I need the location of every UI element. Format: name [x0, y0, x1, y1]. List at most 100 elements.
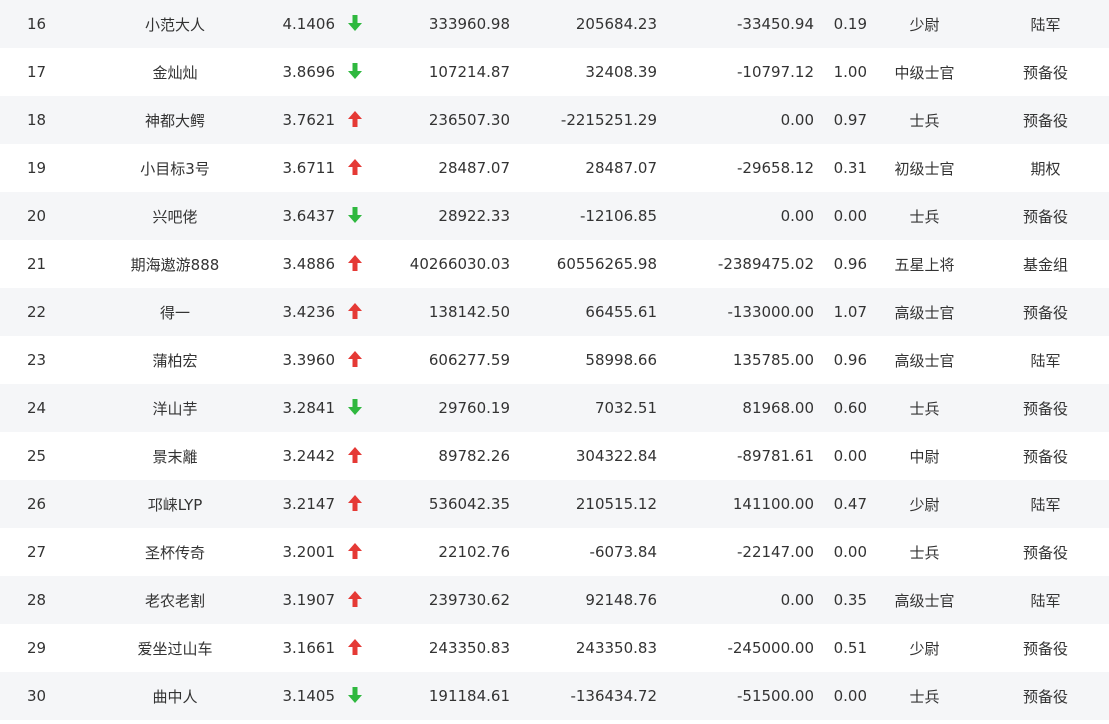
ranking-table-body: 16 小范大人 4.1406 333960.98 205684.23 -33450.94 0…	[0, 0, 1109, 720]
score-cell: 3.4886	[270, 240, 335, 288]
value-3-cell: 141100.00	[657, 480, 814, 528]
table-row: 19 小目标3号 3.6711 28487.07 28487.07 -29658.12 0.…	[0, 144, 1109, 192]
rank-cell: 20	[0, 192, 80, 240]
score-cell: 3.2442	[270, 432, 335, 480]
trader-name-cell: 爱坐过山车	[80, 624, 270, 672]
score-cell: 3.1907	[270, 576, 335, 624]
rank-cell: 25	[0, 432, 80, 480]
arrow-up-icon	[348, 591, 362, 607]
group-cell: 预备役	[982, 192, 1109, 240]
ratio-cell: 1.00	[814, 48, 867, 96]
ratio-cell: 0.96	[814, 336, 867, 384]
military-rank-cell: 初级士官	[867, 144, 982, 192]
table-row: 30 曲中人 3.1405 191184.61 -136434.72 -51500.00 0…	[0, 672, 1109, 720]
arrow-down-icon	[348, 687, 362, 703]
trend-cell	[335, 48, 375, 96]
ratio-cell: 0.96	[814, 240, 867, 288]
arrow-up-icon	[348, 159, 362, 175]
rank-cell: 24	[0, 384, 80, 432]
value-1-cell: 29760.19	[375, 384, 510, 432]
group-cell: 陆军	[982, 0, 1109, 48]
rank-cell: 30	[0, 672, 80, 720]
value-3-cell: 0.00	[657, 96, 814, 144]
score-cell: 4.1406	[270, 0, 335, 48]
trader-name-cell: 景末離	[80, 432, 270, 480]
group-cell: 基金组	[982, 240, 1109, 288]
military-rank-cell: 士兵	[867, 96, 982, 144]
arrow-down-icon	[348, 399, 362, 415]
score-cell: 3.4236	[270, 288, 335, 336]
ratio-cell: 0.00	[814, 528, 867, 576]
trend-cell	[335, 144, 375, 192]
table-row: 26 邛崃LYP 3.2147 536042.35 210515.12 141100.00…	[0, 480, 1109, 528]
table-row: 16 小范大人 4.1406 333960.98 205684.23 -33450.94 0…	[0, 0, 1109, 48]
arrow-up-icon	[348, 303, 362, 319]
value-2-cell: 210515.12	[510, 480, 657, 528]
trader-name-cell: 邛崃LYP	[80, 480, 270, 528]
rank-cell: 26	[0, 480, 80, 528]
value-1-cell: 138142.50	[375, 288, 510, 336]
value-2-cell: 32408.39	[510, 48, 657, 96]
military-rank-cell: 高级士官	[867, 336, 982, 384]
trader-name-cell: 兴吧佬	[80, 192, 270, 240]
arrow-up-icon	[348, 639, 362, 655]
trader-name-cell: 曲中人	[80, 672, 270, 720]
value-2-cell: 205684.23	[510, 0, 657, 48]
trend-cell	[335, 240, 375, 288]
value-3-cell: -10797.12	[657, 48, 814, 96]
rank-cell: 21	[0, 240, 80, 288]
table-row: 20 兴吧佬 3.6437 28922.33 -12106.85 0.00 0.00 士兵 预备…	[0, 192, 1109, 240]
ratio-cell: 1.07	[814, 288, 867, 336]
table-row: 21 期海遨游888 3.4886 40266030.03 60556265.98 -23…	[0, 240, 1109, 288]
group-cell: 预备役	[982, 48, 1109, 96]
arrow-up-icon	[348, 255, 362, 271]
value-1-cell: 22102.76	[375, 528, 510, 576]
ratio-cell: 0.00	[814, 432, 867, 480]
rank-cell: 17	[0, 48, 80, 96]
value-2-cell: 92148.76	[510, 576, 657, 624]
trend-cell	[335, 288, 375, 336]
value-2-cell: 304322.84	[510, 432, 657, 480]
military-rank-cell: 士兵	[867, 528, 982, 576]
military-rank-cell: 中尉	[867, 432, 982, 480]
ratio-cell: 0.19	[814, 0, 867, 48]
table-row: 29 爱坐过山车 3.1661 243350.83 243350.83 -245000.0…	[0, 624, 1109, 672]
table-row: 18 神都大鳄 3.7621 236507.30 -2215251.29 0.00 0.97…	[0, 96, 1109, 144]
value-2-cell: 58998.66	[510, 336, 657, 384]
score-cell: 3.8696	[270, 48, 335, 96]
score-cell: 3.2147	[270, 480, 335, 528]
score-cell: 3.2841	[270, 384, 335, 432]
rank-cell: 28	[0, 576, 80, 624]
value-3-cell: -22147.00	[657, 528, 814, 576]
military-rank-cell: 士兵	[867, 192, 982, 240]
value-1-cell: 89782.26	[375, 432, 510, 480]
value-1-cell: 606277.59	[375, 336, 510, 384]
group-cell: 预备役	[982, 624, 1109, 672]
table-row: 23 蒲柏宏 3.3960 606277.59 58998.66 135785.00 0.9…	[0, 336, 1109, 384]
rank-cell: 29	[0, 624, 80, 672]
value-2-cell: 60556265.98	[510, 240, 657, 288]
table-row: 17 金灿灿 3.8696 107214.87 32408.39 -10797.12 1.0…	[0, 48, 1109, 96]
trader-name-cell: 老农老割	[80, 576, 270, 624]
trader-name-cell: 金灿灿	[80, 48, 270, 96]
trend-cell	[335, 528, 375, 576]
value-1-cell: 28922.33	[375, 192, 510, 240]
ratio-cell: 0.47	[814, 480, 867, 528]
arrow-up-icon	[348, 351, 362, 367]
value-2-cell: -136434.72	[510, 672, 657, 720]
group-cell: 预备役	[982, 384, 1109, 432]
group-cell: 预备役	[982, 288, 1109, 336]
ratio-cell: 0.00	[814, 672, 867, 720]
value-3-cell: 135785.00	[657, 336, 814, 384]
trader-name-cell: 期海遨游888	[80, 240, 270, 288]
arrow-up-icon	[348, 495, 362, 511]
value-3-cell: 81968.00	[657, 384, 814, 432]
value-2-cell: 28487.07	[510, 144, 657, 192]
value-3-cell: -245000.00	[657, 624, 814, 672]
value-3-cell: -51500.00	[657, 672, 814, 720]
ratio-cell: 0.00	[814, 192, 867, 240]
score-cell: 3.1405	[270, 672, 335, 720]
arrow-down-icon	[348, 207, 362, 223]
value-1-cell: 191184.61	[375, 672, 510, 720]
table-row: 27 圣杯传奇 3.2001 22102.76 -6073.84 -22147.00 0.0…	[0, 528, 1109, 576]
